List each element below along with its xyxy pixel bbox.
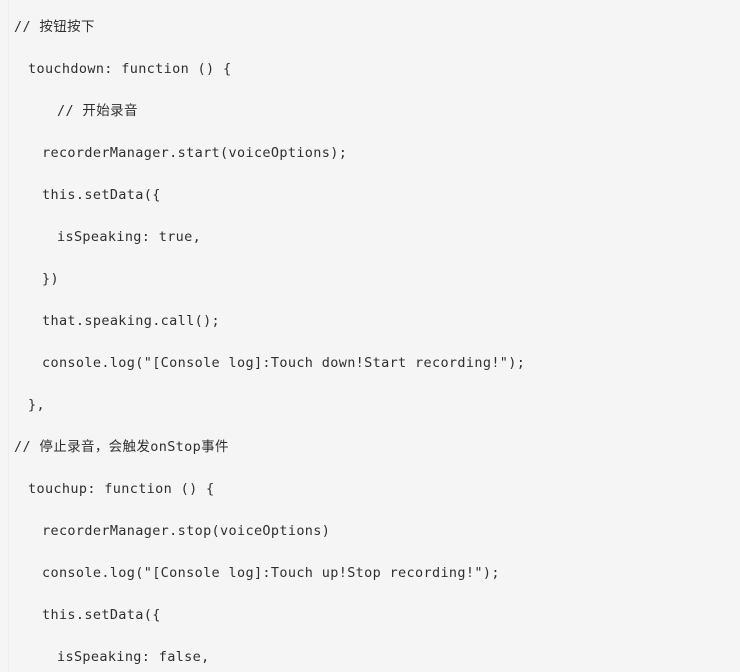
code-line: that.speaking.call(); xyxy=(42,313,221,329)
code-line: console.log("[Console log]:Touch down!St… xyxy=(42,355,526,371)
code-line: touchup: function () { xyxy=(28,481,215,497)
code-line: }) xyxy=(42,271,59,287)
code-line: console.log("[Console log]:Touch up!Stop… xyxy=(42,565,500,581)
code-line: // 按钮按下 xyxy=(14,19,95,35)
code-line: isSpeaking: true, xyxy=(57,229,202,245)
code-block[interactable]: // 按钮按下 touchdown: function () { // 开始录音 re… xyxy=(0,0,740,672)
code-line: }, xyxy=(28,397,45,413)
code-line-list: // 按钮按下 touchdown: function () { // 开始录音 re… xyxy=(0,0,740,672)
code-line: this.setData({ xyxy=(42,187,161,203)
code-line: // 开始录音 xyxy=(57,103,138,119)
code-line: touchdown: function () { xyxy=(28,61,232,77)
code-line: // 停止录音，会触发onStop事件 xyxy=(14,439,229,455)
code-line: isSpeaking: false, xyxy=(57,649,210,665)
code-line: recorderManager.stop(voiceOptions) xyxy=(42,523,331,539)
code-line: recorderManager.start(voiceOptions); xyxy=(42,145,348,161)
code-line: this.setData({ xyxy=(42,607,161,623)
